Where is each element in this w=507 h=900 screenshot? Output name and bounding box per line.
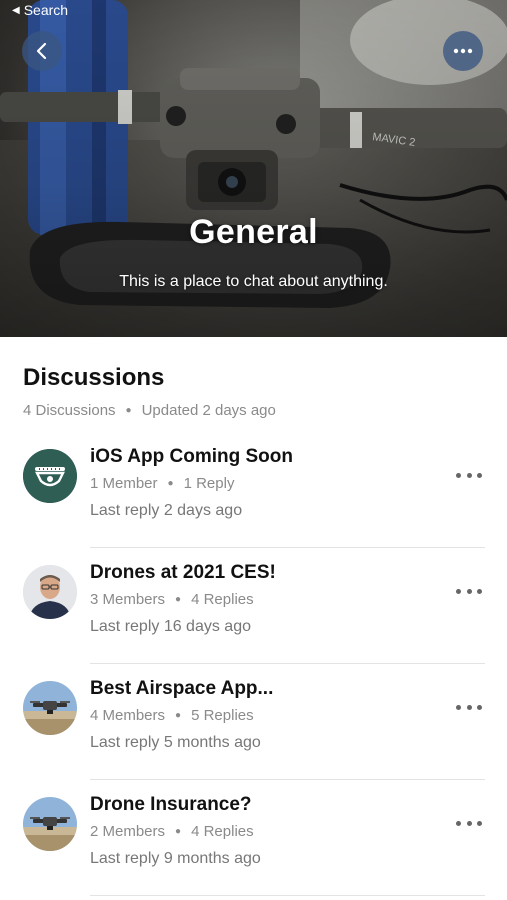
drone-logo-avatar <box>23 449 77 503</box>
discussion-item[interactable]: Drones at 2021 CES! 3 Members ● 4 Replie… <box>0 548 507 664</box>
group-title: General <box>189 213 318 251</box>
back-triangle-icon: ◀ <box>12 4 20 16</box>
separator-dot: ● <box>175 710 182 721</box>
replies-count: 5 Replies <box>191 707 254 724</box>
last-reply: Last reply 16 days ago <box>90 618 251 635</box>
replies-count: 4 Replies <box>191 823 254 840</box>
back-button[interactable] <box>22 31 62 71</box>
replies-count: 4 Replies <box>191 591 254 608</box>
last-reply: Last reply 2 days ago <box>90 502 243 519</box>
item-more-button[interactable] <box>456 816 482 830</box>
separator-dot: ● <box>125 405 132 416</box>
status-back-label: Search <box>23 2 69 18</box>
item-more-button[interactable] <box>456 584 482 598</box>
group-description: This is a place to chat about anything. <box>119 273 388 290</box>
discussion-item[interactable]: iOS App Coming Soon 1 Member ● 1 Reply L… <box>0 432 507 548</box>
discussion-title[interactable]: iOS App Coming Soon <box>90 446 293 468</box>
discussion-item[interactable]: Drone Insurance? 2 Members ● 4 Replies L… <box>0 780 507 896</box>
members-count: 2 Members <box>90 823 166 840</box>
drone-photo-avatar <box>23 681 77 735</box>
chevron-left-icon <box>36 42 47 60</box>
last-reply: Last reply 9 months ago <box>90 850 261 867</box>
separator-dot: ● <box>175 826 182 837</box>
ellipsis-icon <box>453 48 473 54</box>
discussion-title[interactable]: Best Airspace App... <box>90 678 273 700</box>
discussion-title[interactable]: Drone Insurance? <box>90 794 252 816</box>
discussion-title[interactable]: Drones at 2021 CES! <box>90 562 276 584</box>
discussions-heading: Discussions <box>23 364 165 391</box>
discussion-meta: 1 Member ● 1 Reply <box>90 475 234 492</box>
discussion-meta: 4 Members ● 5 Replies <box>90 707 254 724</box>
drone-photo-avatar <box>23 797 77 851</box>
discussions-meta: 4 Discussions ● Updated 2 days ago <box>23 402 276 419</box>
separator-dot: ● <box>175 594 182 605</box>
divider <box>90 895 485 896</box>
last-reply: Last reply 5 months ago <box>90 734 261 751</box>
discussion-meta: 2 Members ● 4 Replies <box>90 823 254 840</box>
item-more-button[interactable] <box>456 468 482 482</box>
discussions-count: 4 Discussions <box>23 402 116 419</box>
members-count: 1 Member <box>90 475 158 492</box>
user-photo-avatar <box>23 565 77 619</box>
item-more-button[interactable] <box>456 700 482 714</box>
discussions-updated: Updated 2 days ago <box>141 402 276 419</box>
separator-dot: ● <box>167 478 174 489</box>
discussion-item[interactable]: Best Airspace App... 4 Members ● 5 Repli… <box>0 664 507 780</box>
discussion-meta: 3 Members ● 4 Replies <box>90 591 254 608</box>
header-hero: MAVIC 2 ◀ Search General This is a place… <box>0 0 507 337</box>
replies-count: 1 Reply <box>183 475 235 492</box>
members-count: 4 Members <box>90 707 166 724</box>
more-options-button[interactable] <box>443 31 483 71</box>
members-count: 3 Members <box>90 591 166 608</box>
status-back-link[interactable]: ◀ Search <box>12 2 68 18</box>
